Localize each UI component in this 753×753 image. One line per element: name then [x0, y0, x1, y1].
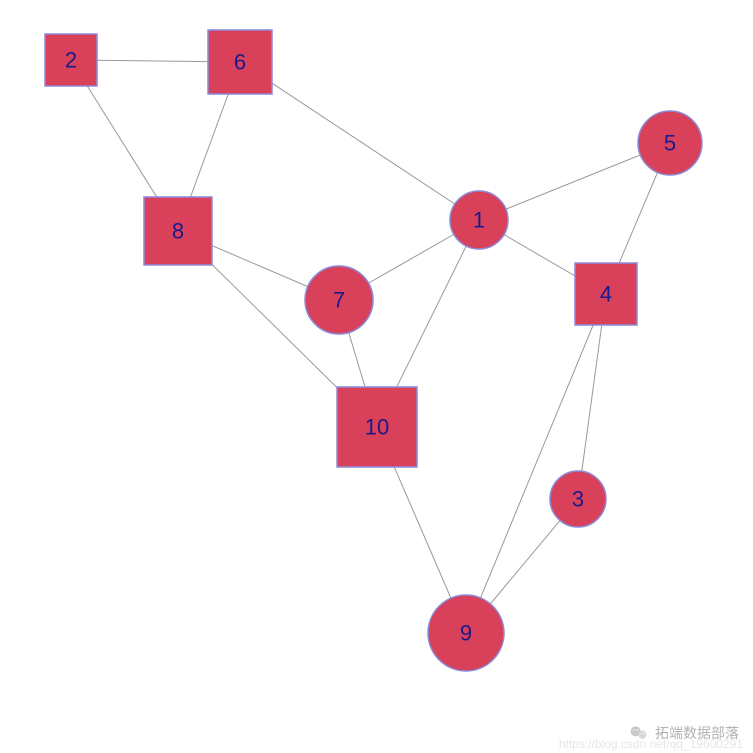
node-label-4: 4: [600, 282, 612, 307]
node-label-6: 6: [234, 50, 246, 75]
edges-layer: [71, 60, 670, 633]
edge-6-1: [240, 62, 479, 220]
node-6: 6: [208, 30, 272, 94]
node-10: 10: [337, 387, 417, 467]
node-label-2: 2: [65, 48, 77, 73]
node-8: 8: [144, 197, 212, 265]
node-3: 3: [550, 471, 606, 527]
node-4: 4: [575, 263, 637, 325]
node-label-1: 1: [473, 208, 485, 233]
node-label-5: 5: [664, 131, 676, 156]
node-label-7: 7: [333, 288, 345, 313]
node-label-3: 3: [572, 487, 584, 512]
network-graph: 1 2 3 4 5 6 7 8 9 10: [0, 0, 753, 753]
node-7: 7: [305, 266, 373, 334]
watermark-url: https://blog.csdn.net/qq_19600291: [559, 737, 743, 751]
node-9: 9: [428, 595, 504, 671]
edge-4-9: [466, 294, 606, 633]
node-5: 5: [638, 111, 702, 175]
node-label-9: 9: [460, 621, 472, 646]
node-2: 2: [45, 34, 97, 86]
node-label-10: 10: [365, 415, 389, 440]
nodes-layer: 1 2 3 4 5 6 7 8 9 10: [45, 30, 702, 671]
node-1: 1: [450, 191, 508, 249]
node-label-8: 8: [172, 219, 184, 244]
